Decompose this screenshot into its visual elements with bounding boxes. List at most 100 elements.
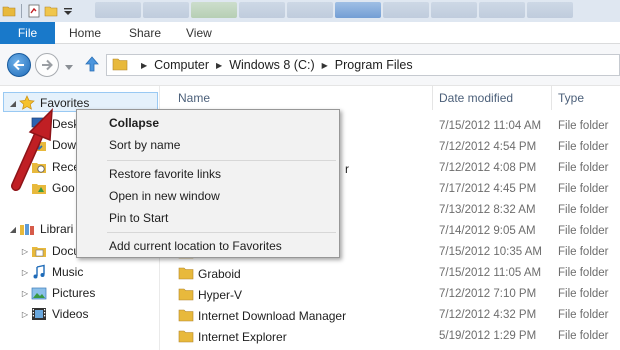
file-type: File folder — [558, 309, 609, 321]
background-tab — [383, 2, 429, 18]
breadcrumb-drive[interactable]: Windows 8 (C:) — [229, 58, 314, 72]
background-tab — [95, 2, 141, 18]
background-tab — [431, 2, 477, 18]
nav-item-videos[interactable]: ▷ Videos — [19, 304, 89, 324]
expand-arrow-icon[interactable]: ▷ — [19, 268, 31, 277]
breadcrumb-computer[interactable]: Computer — [154, 58, 209, 72]
file-type: File folder — [558, 288, 609, 300]
context-menu: Collapse Sort by name Restore favorite l… — [76, 109, 340, 258]
breadcrumb-separator-icon[interactable]: ▶ — [322, 61, 328, 70]
expand-arrow-icon[interactable]: ▷ — [19, 310, 31, 319]
collapse-arrow-icon[interactable]: ◢ — [7, 99, 19, 108]
file-date: 7/17/2012 4:45 PM — [439, 183, 537, 195]
file-type: File folder — [558, 204, 609, 216]
table-row[interactable]: Internet Download Manager 7/12/2012 4:32… — [160, 305, 620, 326]
folder-icon — [178, 308, 194, 325]
nav-label: Videos — [52, 307, 89, 321]
file-type: File folder — [558, 120, 609, 132]
up-arrow-icon[interactable] — [85, 56, 99, 75]
file-date: 5/19/2012 1:29 PM — [439, 330, 537, 342]
column-divider[interactable] — [432, 86, 433, 110]
properties-icon[interactable] — [27, 4, 41, 18]
libraries-icon — [19, 221, 35, 237]
menu-separator — [107, 160, 336, 161]
nav-label: Pictures — [52, 286, 96, 300]
file-type: File folder — [558, 267, 609, 279]
nav-item-documents[interactable]: ▷ Docu — [19, 241, 80, 261]
file-date: 7/14/2012 9:05 AM — [439, 225, 536, 237]
menu-item-add-current-location[interactable]: Add current location to Favorites — [109, 239, 282, 253]
expand-arrow-icon[interactable]: ▷ — [19, 247, 31, 256]
file-date: 7/13/2012 8:32 AM — [439, 204, 536, 216]
file-name: Hyper-V — [198, 288, 243, 302]
file-type: File folder — [558, 141, 609, 153]
column-divider[interactable] — [551, 86, 552, 110]
file-type: File folder — [558, 246, 609, 258]
background-tabs — [95, 2, 620, 20]
navigation-bar: ▶ Computer ▶ Windows 8 (C:) ▶ Program Fi… — [0, 44, 620, 86]
background-tab — [527, 2, 573, 18]
back-arrow-icon — [13, 59, 24, 71]
file-date: 7/12/2012 4:08 PM — [439, 162, 537, 174]
folder-icon — [178, 287, 194, 304]
menu-item-collapse[interactable]: Collapse — [109, 116, 159, 130]
background-tab — [239, 2, 285, 18]
forward-button[interactable] — [35, 53, 59, 77]
file-type: File folder — [558, 162, 609, 174]
documents-icon — [31, 243, 47, 259]
breadcrumb-program-files[interactable]: Program Files — [335, 58, 413, 72]
folder-icon[interactable] — [2, 4, 16, 18]
table-row[interactable]: Graboid 7/15/2012 11:05 AM File folder — [160, 263, 620, 284]
background-tab — [143, 2, 189, 18]
toolbar-separator — [21, 4, 22, 18]
red-arrow-annotation — [11, 108, 53, 191]
menu-item-pin-to-start[interactable]: Pin to Start — [109, 211, 168, 225]
tab-view[interactable]: View — [186, 26, 212, 40]
column-header-date[interactable]: Date modified — [439, 91, 513, 105]
tab-home[interactable]: Home — [69, 26, 101, 40]
column-header-name[interactable]: Name — [178, 91, 210, 105]
back-button[interactable] — [7, 53, 31, 77]
folder-icon — [178, 329, 194, 346]
new-folder-icon[interactable] — [44, 4, 58, 18]
menu-separator — [107, 232, 336, 233]
breadcrumb-separator-icon[interactable]: ▶ — [216, 61, 222, 70]
table-row[interactable]: Hyper-V 7/12/2012 7:10 PM File folder — [160, 284, 620, 305]
tab-share[interactable]: Share — [129, 26, 161, 40]
menu-item-sort-by-name[interactable]: Sort by name — [109, 138, 180, 152]
tab-file[interactable]: File — [0, 22, 55, 44]
ribbon-tabs: File Home Share View — [0, 22, 620, 44]
background-tab — [191, 2, 237, 18]
file-date: 7/12/2012 4:54 PM — [439, 141, 537, 153]
breadcrumb: ▶ Computer ▶ Windows 8 (C:) ▶ Program Fi… — [134, 58, 413, 72]
address-bar[interactable]: ▶ Computer ▶ Windows 8 (C:) ▶ Program Fi… — [106, 54, 620, 76]
nav-item-libraries[interactable]: ◢ Librari — [7, 219, 73, 239]
videos-icon — [31, 306, 47, 322]
pictures-icon — [31, 285, 47, 301]
nav-item-music[interactable]: ▷ Music — [19, 262, 83, 282]
nav-item-pictures[interactable]: ▷ Pictures — [19, 283, 95, 303]
file-date: 7/15/2012 11:05 AM — [439, 267, 542, 279]
breadcrumb-separator-icon[interactable]: ▶ — [141, 61, 147, 70]
nav-label: Music — [52, 265, 84, 279]
background-tab — [479, 2, 525, 18]
menu-item-restore-favorite-links[interactable]: Restore favorite links — [109, 167, 221, 181]
file-date: 7/12/2012 7:10 PM — [439, 288, 537, 300]
menu-item-open-in-new-window[interactable]: Open in new window — [109, 189, 220, 203]
quick-access-toolbar — [2, 2, 75, 20]
expand-arrow-icon[interactable]: ▷ — [19, 289, 31, 298]
music-icon — [31, 264, 47, 280]
file-name: Internet Explorer — [198, 330, 287, 344]
file-date: 7/12/2012 4:32 PM — [439, 309, 537, 321]
collapse-arrow-icon[interactable]: ◢ — [7, 225, 19, 234]
table-row[interactable]: Internet Explorer 5/19/2012 1:29 PM File… — [160, 326, 620, 347]
file-name: r — [345, 162, 349, 176]
file-type: File folder — [558, 183, 609, 195]
file-name: Graboid — [198, 267, 241, 281]
forward-arrow-icon — [42, 59, 53, 71]
column-header-type[interactable]: Type — [558, 91, 584, 105]
file-date: 7/15/2012 11:04 AM — [439, 120, 542, 132]
customize-toolbar-icon[interactable] — [61, 4, 75, 18]
recent-locations-icon[interactable] — [65, 60, 73, 74]
nav-label-libraries: Librari — [40, 222, 74, 236]
